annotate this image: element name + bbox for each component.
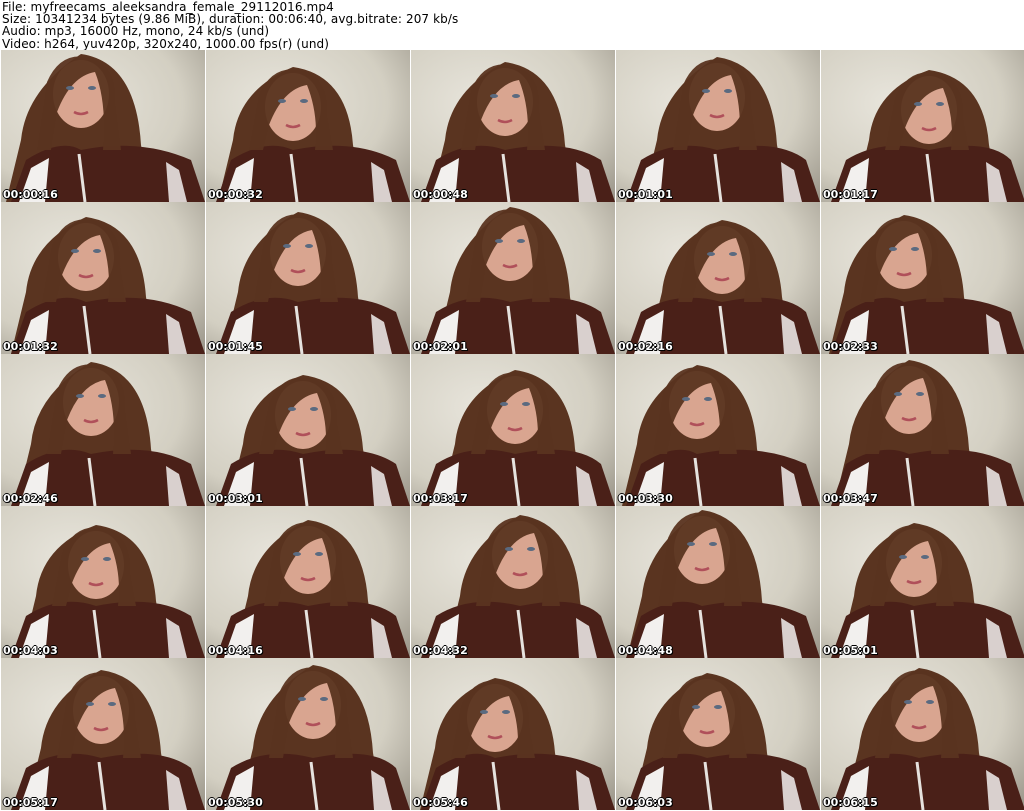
frame-image	[821, 354, 1024, 506]
frame-image	[411, 354, 615, 506]
video-info-line: Video: h264, yuv420p, 320x240, 1000.00 f…	[2, 36, 330, 51]
frame-timestamp: 00:02:16	[618, 340, 673, 353]
frame-image	[821, 202, 1024, 354]
frame-timestamp: 00:03:47	[823, 492, 878, 505]
video-frame-thumbnail: 00:00:16	[1, 50, 205, 202]
frame-image	[616, 202, 820, 354]
frame-timestamp: 00:04:03	[3, 644, 58, 657]
video-frame-thumbnail: 00:01:17	[821, 50, 1024, 202]
frame-timestamp: 00:00:32	[208, 188, 263, 201]
video-frame-thumbnail: 00:00:48	[411, 50, 615, 202]
frame-timestamp: 00:04:48	[618, 644, 673, 657]
frame-timestamp: 00:06:03	[618, 796, 673, 809]
audio-info-line: Audio: mp3, 16000 Hz, mono, 24 kb/s (und…	[2, 24, 270, 39]
frame-image	[821, 658, 1024, 810]
frame-image	[411, 658, 615, 810]
frame-image	[411, 50, 615, 202]
frame-image	[616, 354, 820, 506]
video-frame-thumbnail: 00:05:01	[821, 506, 1024, 658]
video-frame-thumbnail: 00:01:45	[206, 202, 410, 354]
frame-image	[1, 506, 205, 658]
frame-timestamp: 00:02:33	[823, 340, 878, 353]
frame-timestamp: 00:01:32	[3, 340, 58, 353]
frame-timestamp: 00:05:46	[413, 796, 468, 809]
frame-image	[616, 658, 820, 810]
video-frame-thumbnail: 00:01:01	[616, 50, 820, 202]
frame-image	[821, 506, 1024, 658]
frame-timestamp: 00:05:17	[3, 796, 58, 809]
video-frame-thumbnail: 00:04:16	[206, 506, 410, 658]
frame-image	[411, 506, 615, 658]
video-frame-thumbnail: 00:04:48	[616, 506, 820, 658]
file-info-header: File: myfreecams_aleeksandra_female_2911…	[0, 0, 1024, 50]
frame-timestamp: 00:06:15	[823, 796, 878, 809]
frame-timestamp: 00:03:30	[618, 492, 673, 505]
video-frame-thumbnail: 00:03:01	[206, 354, 410, 506]
video-frame-thumbnail: 00:04:32	[411, 506, 615, 658]
video-frame-thumbnail: 00:03:30	[616, 354, 820, 506]
video-frame-thumbnail: 00:02:33	[821, 202, 1024, 354]
frame-timestamp: 00:02:01	[413, 340, 468, 353]
video-frame-thumbnail: 00:02:46	[1, 354, 205, 506]
video-frame-thumbnail: 00:02:01	[411, 202, 615, 354]
frame-image	[206, 202, 410, 354]
video-frame-thumbnail: 00:00:32	[206, 50, 410, 202]
video-frame-thumbnail: 00:05:17	[1, 658, 205, 810]
frame-image	[1, 50, 205, 202]
frame-timestamp: 00:01:17	[823, 188, 878, 201]
frame-image	[1, 202, 205, 354]
frame-image	[206, 658, 410, 810]
frame-timestamp: 00:05:01	[823, 644, 878, 657]
video-frame-thumbnail: 00:03:17	[411, 354, 615, 506]
frame-timestamp: 00:02:46	[3, 492, 58, 505]
frame-image	[411, 202, 615, 354]
video-frame-thumbnail: 00:01:32	[1, 202, 205, 354]
frame-image	[206, 354, 410, 506]
frame-image	[1, 658, 205, 810]
frame-timestamp: 00:00:16	[3, 188, 58, 201]
frame-image	[206, 506, 410, 658]
video-frame-thumbnail: 00:05:46	[411, 658, 615, 810]
frame-timestamp: 00:03:17	[413, 492, 468, 505]
frame-image	[616, 506, 820, 658]
video-frame-thumbnail: 00:05:30	[206, 658, 410, 810]
frame-timestamp: 00:00:48	[413, 188, 468, 201]
frame-timestamp: 00:04:32	[413, 644, 468, 657]
frame-timestamp: 00:01:01	[618, 188, 673, 201]
frame-image	[616, 50, 820, 202]
video-frame-thumbnail: 00:02:16	[616, 202, 820, 354]
frame-image	[1, 354, 205, 506]
frame-timestamp: 00:01:45	[208, 340, 263, 353]
video-frame-thumbnail: 00:06:15	[821, 658, 1024, 810]
frame-timestamp: 00:03:01	[208, 492, 263, 505]
frame-image	[206, 50, 410, 202]
frame-timestamp: 00:04:16	[208, 644, 263, 657]
video-frame-thumbnail: 00:06:03	[616, 658, 820, 810]
frame-timestamp: 00:05:30	[208, 796, 263, 809]
frame-image	[821, 50, 1024, 202]
video-frame-thumbnail: 00:03:47	[821, 354, 1024, 506]
video-frame-thumbnail: 00:04:03	[1, 506, 205, 658]
thumbnail-grid: 00:00:16 00:00:32 00:00:48 00:01:01 00:0…	[0, 50, 1024, 811]
